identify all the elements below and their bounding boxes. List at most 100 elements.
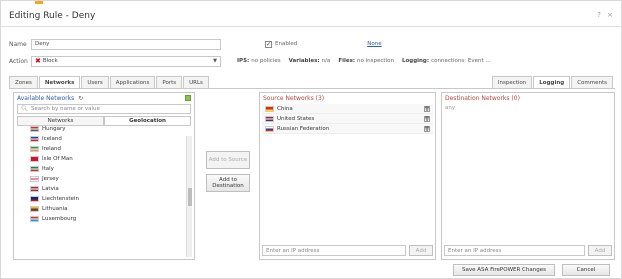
title-bar-icons: ? × — [593, 11, 613, 19]
country-name: Italy — [42, 166, 54, 172]
flag-icon — [30, 196, 39, 202]
network-search-placeholder: Search by name or value — [30, 106, 100, 112]
action-select[interactable]: ✖ Block ▼ — [31, 55, 221, 67]
action-label: Action — [9, 57, 28, 65]
action-row: Action ✖ Block ▼ IPS: no policies Variab… — [9, 54, 615, 68]
ips-value: no policies — [251, 58, 281, 64]
search-icon: 🔍︎ — [21, 106, 28, 112]
flag-icon — [30, 176, 39, 182]
country-list: Hungary Iceland Ireland Isle Of Man Italy Jer… — [14, 124, 194, 244]
flag-icon — [30, 166, 39, 172]
cancel-button[interactable]: Cancel — [562, 264, 610, 276]
flag-icon — [30, 206, 39, 212]
block-icon: ✖ — [35, 57, 41, 65]
network-search-input[interactable]: 🔍︎ Search by name or value — [17, 104, 191, 114]
tab-comments[interactable]: Comments — [571, 76, 613, 88]
flag-icon — [265, 105, 274, 112]
source-network-name: United States — [277, 115, 315, 122]
enabled-label: Enabled — [275, 41, 298, 47]
tab-urls[interactable]: URLs — [183, 76, 209, 88]
source-network-list: China 🗑︎ United States 🗑︎ Russian Federation… — [262, 104, 433, 134]
flag-icon — [30, 186, 39, 192]
add-to-source-button[interactable]: Add to Source — [206, 151, 250, 169]
add-network-icon[interactable] — [185, 95, 191, 101]
country-item[interactable]: Luxembourg — [14, 214, 194, 224]
source-network-item[interactable]: China 🗑︎ — [262, 104, 433, 114]
tab-zones[interactable]: Zones — [9, 76, 38, 88]
tab-inspection[interactable]: Inspection — [491, 76, 533, 88]
trash-icon[interactable]: 🗑︎ — [424, 105, 430, 112]
destination-add-button[interactable]: Add — [588, 245, 612, 256]
rule-tabs-right: Inspection Logging Comments — [491, 76, 614, 89]
files-label: Files: — [338, 58, 356, 64]
destination-networks-pane: Destination Networks (0) any Enter an IP… — [441, 92, 615, 260]
variables-label: Variables: — [288, 58, 320, 64]
action-value-text: Block — [42, 58, 58, 64]
source-network-name: China — [277, 105, 293, 112]
source-networks-header: Source Networks (3) — [263, 94, 325, 102]
country-item[interactable]: Latvia — [14, 184, 194, 194]
name-row: Name Deny ✓ Enabled None — [9, 37, 382, 51]
help-icon[interactable]: ? — [597, 11, 601, 19]
source-ip-input[interactable]: Enter an IP address — [262, 245, 406, 256]
country-name: Lithuania — [42, 206, 68, 212]
destination-networks-header: Destination Networks (0) — [445, 94, 520, 102]
country-item[interactable]: Iceland — [14, 134, 194, 144]
country-name: Liechtenstein — [42, 196, 79, 202]
destination-any: any — [445, 105, 456, 111]
available-networks-title: Available Networks — [17, 94, 75, 102]
country-name: Luxembourg — [42, 216, 77, 222]
refresh-icon[interactable]: ↻ — [78, 95, 83, 102]
source-add-button[interactable]: Add — [409, 245, 433, 256]
destination-ip-row: Enter an IP address Add — [444, 245, 612, 256]
flag-icon — [30, 156, 39, 162]
tab-users[interactable]: Users — [81, 76, 109, 88]
close-icon[interactable]: × — [607, 11, 613, 19]
available-networks-header: Available Networks ↻ — [14, 93, 194, 103]
rule-tabs-left: Zones Networks Users Applications Ports URLs — [9, 76, 210, 89]
none-link[interactable]: None — [367, 41, 381, 47]
source-networks-pane: Source Networks (3) China 🗑︎ United States… — [259, 92, 436, 260]
country-name: Isle Of Man — [42, 156, 73, 162]
enabled-group: ✓ Enabled — [265, 40, 298, 48]
country-item[interactable]: Liechtenstein — [14, 194, 194, 204]
action-value: ✖ Block — [35, 57, 58, 65]
country-name: Hungary — [42, 126, 66, 132]
destination-ip-input[interactable]: Enter an IP address — [444, 245, 585, 256]
trash-icon[interactable]: 🗑︎ — [424, 125, 430, 132]
name-input[interactable]: Deny — [31, 38, 221, 50]
source-network-item[interactable]: United States 🗑︎ — [262, 114, 433, 124]
enabled-checkbox[interactable]: ✓ — [265, 40, 272, 48]
chevron-down-icon: ▼ — [213, 58, 217, 64]
trash-icon[interactable]: 🗑︎ — [424, 115, 430, 122]
title-bar: Editing Rule - Deny ? × — [1, 5, 621, 27]
flag-icon — [265, 115, 274, 122]
tab-applications[interactable]: Applications — [109, 76, 156, 88]
flag-icon — [30, 216, 39, 222]
country-list-scrollbar[interactable] — [186, 136, 192, 257]
country-item[interactable]: Ireland — [14, 144, 194, 154]
tab-divider — [9, 88, 615, 89]
country-item[interactable]: Lithuania — [14, 204, 194, 214]
files-value: no inspection — [357, 58, 394, 64]
country-item[interactable]: Hungary — [14, 124, 194, 134]
ips-label: IPS: — [237, 58, 250, 64]
dialog-title: Editing Rule - Deny — [9, 11, 96, 21]
country-name: Latvia — [42, 186, 59, 192]
source-ip-row: Enter an IP address Add — [262, 245, 433, 256]
country-item[interactable]: Jersey — [14, 174, 194, 184]
editing-rule-dialog: Editing Rule - Deny ? × Name Deny ✓ Enab… — [0, 0, 622, 279]
country-name: Jersey — [42, 176, 59, 182]
add-to-destination-button[interactable]: Add to Destination — [206, 174, 250, 192]
flag-icon — [30, 136, 39, 142]
tab-ports[interactable]: Ports — [156, 76, 183, 88]
scrollbar-thumb[interactable] — [188, 188, 192, 206]
source-network-name: Russian Federation — [277, 125, 330, 132]
country-item[interactable]: Isle Of Man — [14, 154, 194, 164]
country-item[interactable]: Italy — [14, 164, 194, 174]
variables-value: n/a — [321, 58, 331, 64]
source-network-item[interactable]: Russian Federation 🗑︎ — [262, 124, 433, 134]
save-changes-button[interactable]: Save ASA FirePOWER Changes — [453, 264, 555, 276]
country-name: Ireland — [42, 146, 62, 152]
flag-icon — [265, 125, 274, 132]
